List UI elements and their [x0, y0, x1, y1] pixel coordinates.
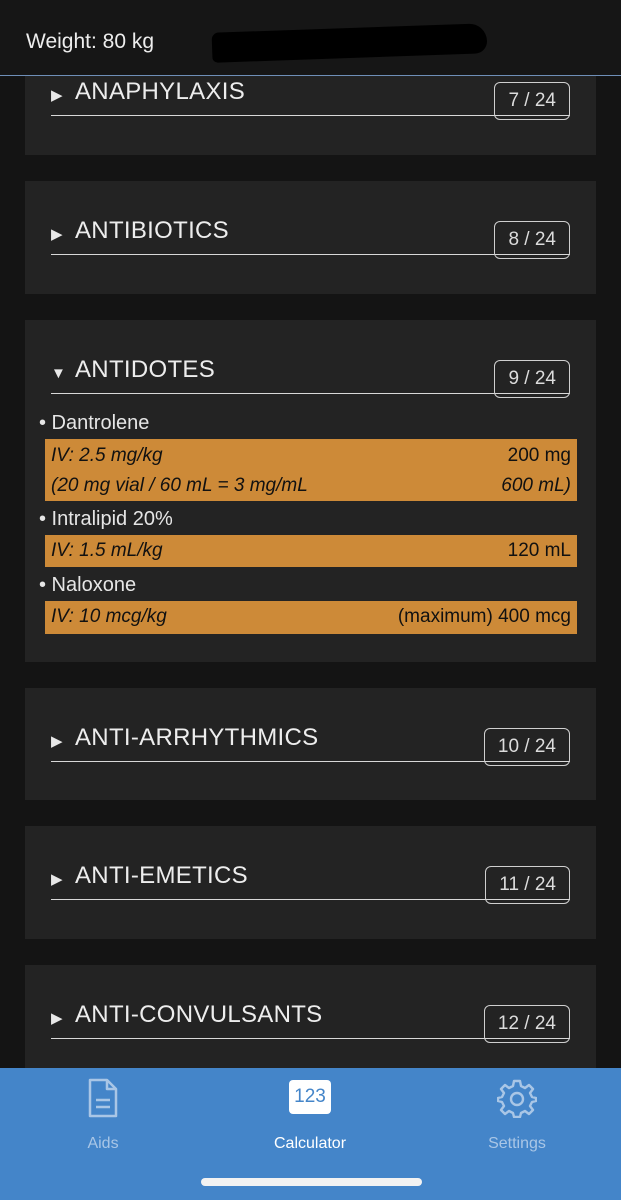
dose-total: 200 mg: [507, 445, 571, 466]
category-count-badge: 11 / 24: [485, 866, 570, 904]
category-count-badge: 7 / 24: [494, 82, 570, 120]
dose-note-total: 600 mL): [501, 475, 571, 496]
gear-icon: [496, 1078, 538, 1123]
collapsed-triangle-icon: ▶: [51, 871, 63, 888]
category-card-anti-convulsants: ▶ ANTI-CONVULSANTS 12 / 24: [25, 965, 596, 1068]
collapsed-triangle-icon: ▶: [51, 1010, 63, 1027]
category-count-badge: 9 / 24: [494, 360, 570, 398]
collapsed-triangle-icon: ▶: [51, 226, 63, 243]
category-header-antidotes[interactable]: ▼ ANTIDOTES 9 / 24: [51, 338, 570, 398]
tab-label: Calculator: [273, 1135, 347, 1152]
collapsed-triangle-icon: ▶: [51, 733, 63, 750]
category-header-anti-emetics[interactable]: ▶ ANTI-EMETICS 11 / 24: [51, 844, 570, 904]
category-header-anti-convulsants[interactable]: ▶ ANTI-CONVULSANTS 12 / 24: [51, 983, 570, 1043]
category-card-antidotes: ▼ ANTIDOTES 9 / 24 • Dantrolene IV: 2.5 …: [25, 320, 596, 662]
category-card-antibiotics: ▶ ANTIBIOTICS 8 / 24: [25, 181, 596, 294]
dose-per-kg: IV: 1.5 mL/kg: [51, 540, 163, 561]
dose-total: (maximum) 400 mcg: [397, 606, 571, 627]
top-bar: Weight: 80 kg: [0, 0, 621, 76]
weight-label[interactable]: Weight: 80 kg: [26, 30, 154, 54]
category-card-anti-arrhythmics: ▶ ANTI-ARRHYTHMICS 10 / 24: [25, 688, 596, 800]
home-indicator: [201, 1178, 422, 1186]
category-title: ANTI-ARRHYTHMICS: [75, 724, 319, 751]
dose-per-kg: IV: 10 mcg/kg: [51, 606, 167, 627]
category-title: ANAPHYLAXIS: [75, 78, 246, 105]
calculator-123-icon: 123: [289, 1080, 331, 1114]
dose-total: 120 mL: [507, 540, 571, 561]
category-title: ANTIBIOTICS: [75, 217, 229, 244]
dose-block-dantrolene: IV: 2.5 mg/kg 200 mg (20 mg vial / 60 mL…: [45, 439, 577, 501]
category-title: ANTIDOTES: [75, 356, 216, 383]
category-card-anti-emetics: ▶ ANTI-EMETICS 11 / 24: [25, 826, 596, 939]
category-count-badge: 8 / 24: [494, 221, 570, 259]
category-count-badge: 10 / 24: [483, 728, 570, 766]
dose-block-naloxone: IV: 10 mcg/kg (maximum) 400 mcg: [45, 601, 577, 634]
dose-note: (20 mg vial / 60 mL = 3 mg/mL: [51, 475, 308, 496]
tab-label: Aids: [87, 1135, 119, 1152]
redaction-mark: [211, 23, 488, 63]
drug-name-intralipid: • Intralipid 20%: [39, 508, 173, 530]
category-title: ANTI-CONVULSANTS: [75, 1001, 323, 1028]
dose-per-kg: IV: 2.5 mg/kg: [51, 445, 163, 466]
dose-block-intralipid: IV: 1.5 mL/kg 120 mL: [45, 535, 577, 567]
category-header-anti-arrhythmics[interactable]: ▶ ANTI-ARRHYTHMICS 10 / 24: [51, 706, 570, 766]
category-count-badge: 12 / 24: [483, 1005, 570, 1043]
drug-name-dantrolene: • Dantrolene: [39, 412, 150, 434]
drug-name-naloxone: • Naloxone: [39, 574, 137, 596]
collapsed-triangle-icon: ▶: [51, 87, 63, 104]
category-header-antibiotics[interactable]: ▶ ANTIBIOTICS 8 / 24: [51, 199, 570, 259]
expanded-triangle-icon: ▼: [51, 365, 66, 382]
drug-list[interactable]: ▶ ANAPHYLAXIS 7 / 24 ▶ ANTIBIOTICS 8 / 2…: [0, 0, 621, 1068]
document-icon: [86, 1078, 120, 1123]
tab-label: Settings: [488, 1135, 546, 1152]
category-title: ANTI-EMETICS: [75, 862, 248, 889]
